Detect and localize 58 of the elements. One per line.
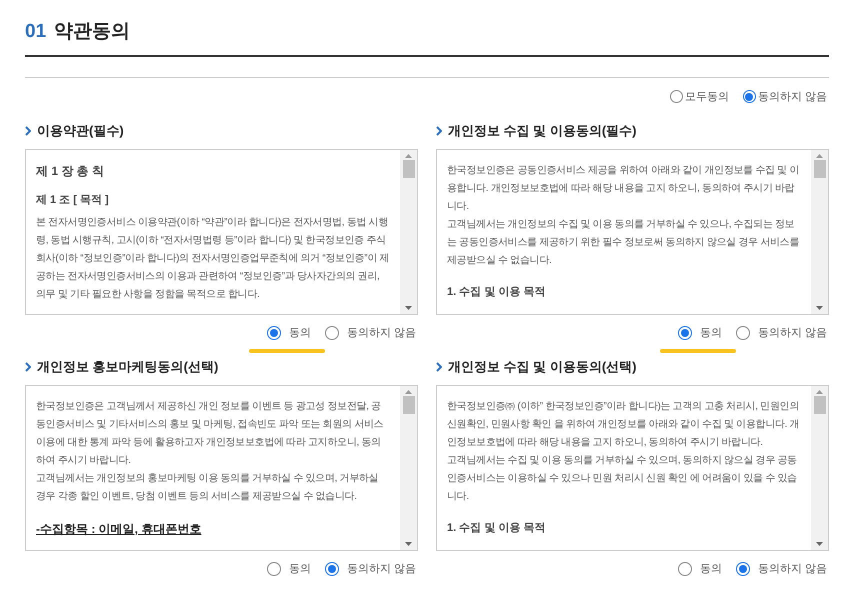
scrollbar-thumb[interactable] — [402, 160, 414, 178]
terms-paragraph: 한국정보인증㈜ (이하” 한국정보인증”이라 합니다)는 고객의 고충 처리시, 민원인의 신원확인, 민원사항 확인 을 위하여 개인정보를 아래와 같이 수집 및 이용합니다. 개인정보보호법에 따라 해당 내용을 고지 하오니, 동의하여 주시기 바랍니다. — [447, 400, 800, 450]
scrollbar[interactable] — [400, 150, 417, 314]
section-number: 01 — [25, 20, 46, 44]
terms-paragraph: 고객님께서는 개인정보의 수집 및 이용 동의를 거부하실 수 있으나, 수집되는 정보는 공동인증서비스를 제공하기 위한 필수 정보로써 동의하지 않으실 경우 서비스를 제공받으실 수 없습니다. — [447, 218, 800, 268]
radio-button[interactable] — [670, 90, 683, 104]
radio-button[interactable] — [736, 562, 750, 576]
terms-item-heading: 1. 수집 및 이용 목적 — [447, 520, 546, 536]
terms-paragraph: 고객님께서는 개인정보의 홍보마케팅 이용 동의를 거부하실 수 있으며, 거부하실 경우 각종 할인 이벤트, 당첨 이벤트 등의 서비스를 제공받으실 수 없습니다. — [36, 472, 380, 504]
section-title: 개인정보 수집 및 이용동의(선택) — [448, 358, 636, 376]
section-title: 개인정보 홍보마케팅동의(선택) — [37, 358, 218, 376]
scroll-down-icon[interactable] — [405, 306, 412, 310]
radio-label: 동의하지 않음 — [346, 326, 416, 340]
terms-paragraph: 한국정보인증은 공동인증서비스 제공을 위하여 아래와 같이 개인정보를 수집 및 이용합니다. 개인정보보호법에 따라 해당 내용을 고지 하오니, 동의하여 주시기 바랍니다. — [447, 164, 800, 214]
chevron-right-icon — [436, 126, 442, 136]
scroll-up-icon[interactable] — [816, 154, 823, 158]
radio-label: 모두동의 — [684, 90, 729, 104]
scrollbar-thumb[interactable] — [402, 396, 414, 414]
terms-item-heading: 1. 수집 및 이용 목적 — [447, 284, 546, 300]
radio-button[interactable] — [266, 326, 281, 340]
scrollbar-thumb[interactable] — [814, 160, 826, 178]
radio-label: 동의하지 않음 — [758, 90, 827, 104]
terms-paragraph: 본 전자서명인증서비스 이용약관(이하 “약관”이라 합니다)은 전자서명법, 동법 시행령, 동법 시행규칙, 고시(이하 “전자서명법령 등”이라 합니다) 및 한국정보인증 주식회사(이하 “정보인증”이라 합니다)의 전자서명인증업무준칙에 의거 “정보인증”이 제공하는 전자서명인증서비스의 이용과 관련하여 “정보인증”과 당사자간의의 권리, 의무 및 기타 필요한 사항을 정함을 목적으로 합니다. — [36, 216, 390, 302]
scroll-up-icon[interactable] — [405, 154, 412, 158]
section-title: 이용약관(필수) — [37, 122, 124, 140]
radio-button[interactable] — [742, 90, 756, 104]
article-heading: 제 1 조 [ 목적 ] — [36, 192, 110, 208]
scrollbar[interactable] — [811, 150, 828, 314]
radio-button[interactable] — [266, 562, 281, 576]
chevron-right-icon — [436, 362, 442, 372]
section-title: 개인정보 수집 및 이용동의(필수) — [448, 122, 636, 140]
radio-button[interactable] — [678, 326, 692, 340]
radio-button[interactable] — [324, 326, 339, 340]
radio-label: 동의하지 않음 — [758, 326, 827, 340]
radio-label: 동의 — [288, 562, 311, 576]
radio-button[interactable] — [324, 562, 339, 576]
terms-paragraph: 한국정보인증은 고객님께서 제공하신 개인 정보를 이벤트 등 광고성 정보전달, 공동인증서비스 및 기타서비스의 홍보 및 마케팅, 접속빈도 파악 또는 회원의 서비스 이용에 대한 통계 파악 등에 활용하고자 개인정보보호법에 따라 고지하오니, 동의하여 주시기 바랍니다. — [36, 400, 384, 468]
terms-paragraph: 고객님께서는 수집 및 이용 동의를 거부하실 수 있으며, 동의하지 않으실 경우 공동인증서비스는 이용하실 수 있으나 민원 처리시 신원 확인 에 어려움이 있을 수 있습니다. — [447, 454, 798, 504]
collected-items-text: -수집항목 : 이메일, 휴대폰번호 — [36, 520, 202, 538]
radio-label: 동의 — [700, 326, 722, 340]
scroll-down-icon[interactable] — [405, 542, 412, 546]
chevron-right-icon — [25, 362, 31, 372]
radio-label: 동의하지 않음 — [758, 562, 827, 576]
radio-label: 동의 — [700, 562, 722, 576]
scroll-down-icon[interactable] — [816, 306, 823, 310]
scrollbar[interactable] — [811, 386, 828, 550]
radio-button[interactable] — [736, 326, 750, 340]
page-title: 약관동의 — [54, 20, 130, 44]
radio-label: 동의하지 않음 — [346, 562, 416, 576]
scroll-up-icon[interactable] — [405, 390, 412, 394]
radio-button[interactable] — [678, 562, 692, 576]
chevron-right-icon — [25, 126, 31, 136]
scroll-down-icon[interactable] — [816, 542, 823, 546]
scroll-up-icon[interactable] — [816, 390, 823, 394]
chapter-heading: 제 1 장 총 칙 — [36, 162, 106, 180]
scrollbar-thumb[interactable] — [814, 396, 826, 414]
radio-label: 동의 — [288, 326, 311, 340]
scrollbar[interactable] — [400, 386, 417, 550]
